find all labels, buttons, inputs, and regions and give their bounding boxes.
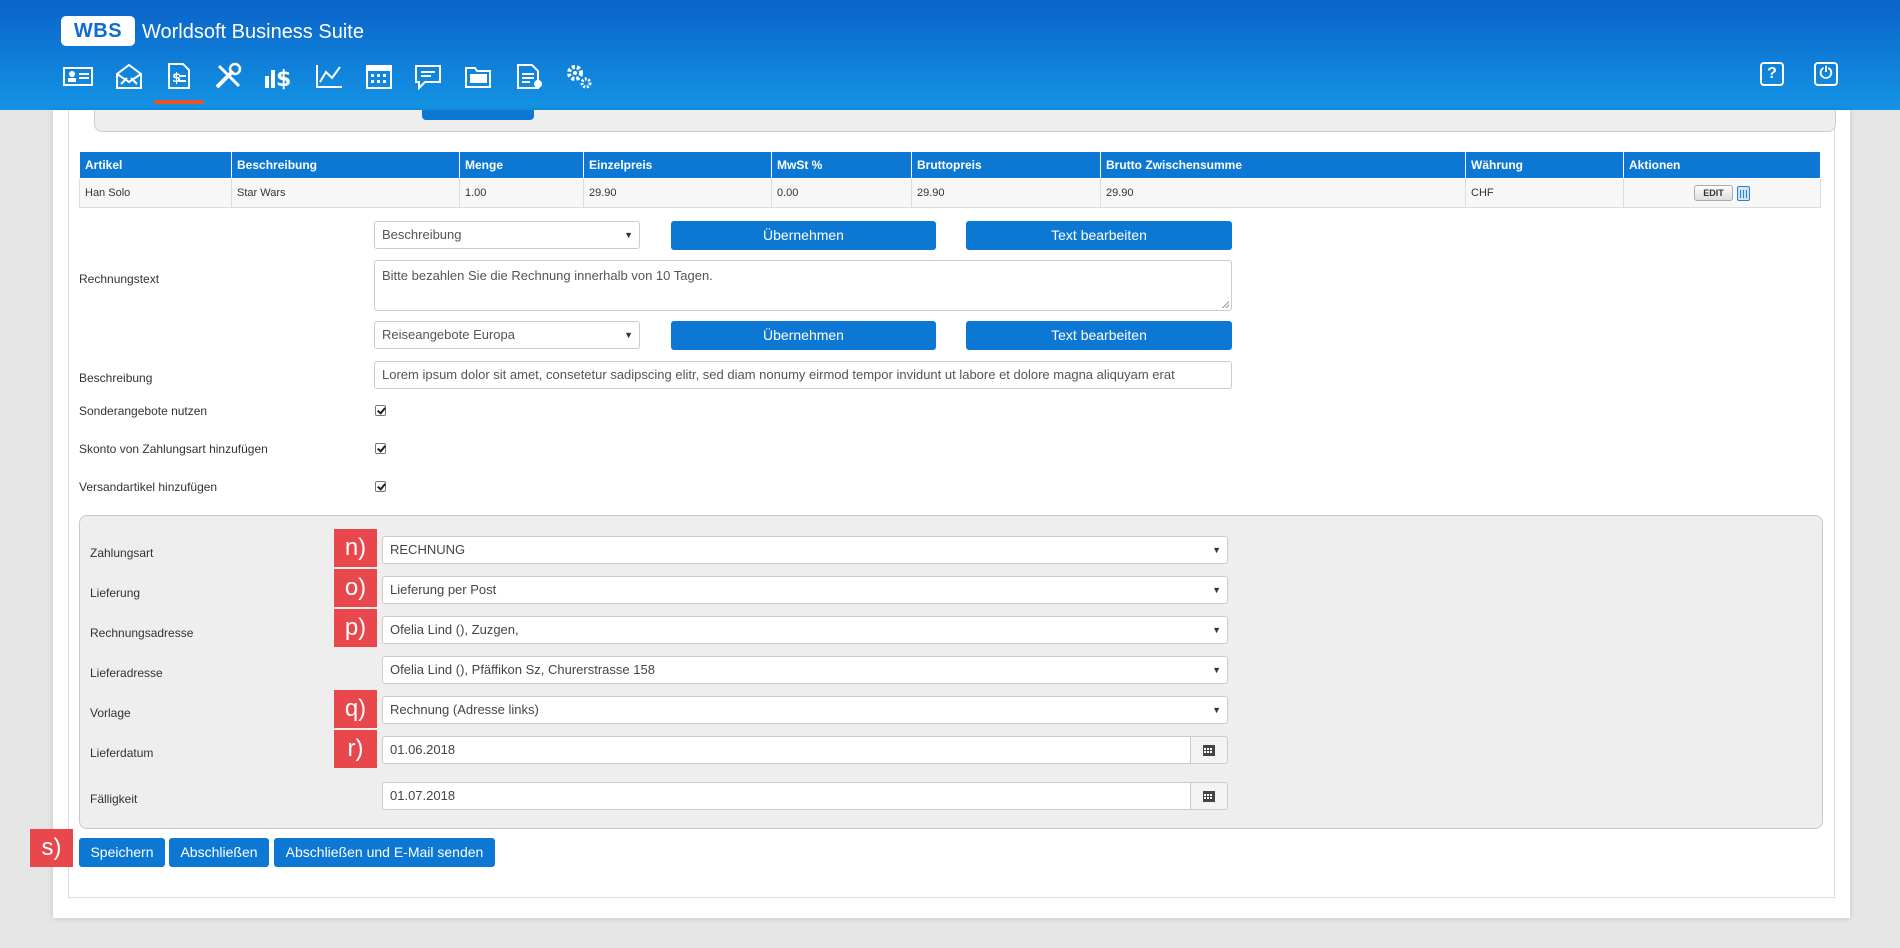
dropdown-arrow-icon: ▼ (1212, 625, 1221, 635)
cell-beschreibung: Star Wars (231, 178, 460, 208)
dropdown-arrow-icon: ▼ (1212, 665, 1221, 675)
sonderangebote-label: Sonderangebote nutzen (79, 404, 208, 418)
lieferdatum-label: Lieferdatum (90, 746, 154, 760)
lieferdatum-input[interactable]: 01.06.2018 (382, 736, 1191, 764)
edit-text-button-2[interactable]: Text bearbeiten (966, 321, 1232, 350)
faelligkeit-input[interactable]: 01.07.2018 (382, 782, 1191, 810)
annotation-marker-p: p) (334, 609, 377, 647)
select-value: Ofelia Lind (), Zuzgen, (390, 622, 519, 637)
faelligkeit-label: Fälligkeit (90, 792, 138, 806)
cell-zwischensumme: 29.90 (1100, 178, 1466, 208)
messages-icon[interactable] (411, 60, 445, 92)
lieferadresse-select[interactable]: Ofelia Lind (), Pfäffikon Sz, Churerstra… (382, 656, 1228, 684)
dropdown-arrow-icon: ▼ (624, 330, 633, 340)
top-strip (94, 110, 1836, 132)
edit-button[interactable]: EDIT (1694, 185, 1733, 201)
sonderangebote-checkbox[interactable] (375, 405, 386, 416)
cell-mwst: 0.00 (771, 178, 912, 208)
cell-bruttopreis: 29.90 (911, 178, 1101, 208)
skonto-checkbox[interactable] (375, 443, 386, 454)
invoice-icon[interactable]: $ (161, 60, 195, 92)
svg-text:$: $ (172, 71, 181, 86)
beschreibung-label: Beschreibung (79, 371, 153, 385)
rechnungstext-label: Rechnungstext (79, 272, 160, 286)
col-header[interactable]: Beschreibung (231, 151, 460, 179)
dropdown-arrow-icon: ▼ (1212, 705, 1221, 715)
annotation-marker-n: n) (334, 529, 377, 567)
tools-icon[interactable] (211, 60, 245, 92)
svg-text:$: $ (276, 67, 291, 90)
beschreibung-input[interactable]: Lorem ipsum dolor sit amet, consetetur s… (374, 361, 1232, 389)
col-header[interactable]: Artikel (79, 151, 232, 179)
cell-menge: 1.00 (459, 178, 584, 208)
col-header[interactable]: Bruttopreis (911, 151, 1101, 179)
select-value: Beschreibung (382, 227, 462, 242)
select-value: Reiseangebote Europa (382, 327, 515, 342)
chart-icon[interactable] (312, 60, 346, 92)
delete-icon[interactable] (1736, 185, 1750, 201)
versand-checkbox[interactable] (375, 481, 386, 492)
help-icon[interactable]: ? (1760, 62, 1784, 86)
text-template-select-2[interactable]: Reiseangebote Europa ▼ (374, 321, 640, 349)
rechnungsadresse-label: Rechnungsadresse (90, 626, 194, 640)
apply-button-2[interactable]: Übernehmen (671, 321, 936, 350)
items-table: Artikel Beschreibung Menge Einzelpreis M… (79, 151, 1821, 208)
active-tab-indicator (154, 100, 204, 104)
col-header[interactable]: Währung (1465, 151, 1624, 179)
col-header[interactable]: Einzelpreis (583, 151, 772, 179)
select-value: Lieferung per Post (390, 582, 497, 597)
skonto-label: Skonto von Zahlungsart hinzufügen (79, 442, 268, 456)
dropdown-arrow-icon: ▼ (1212, 545, 1221, 555)
top-strip-button[interactable] (422, 110, 534, 120)
select-value: RECHNUNG (390, 542, 466, 557)
power-icon[interactable]: ⏻ (1814, 62, 1838, 86)
dropdown-arrow-icon: ▼ (1212, 585, 1221, 595)
rechnungsadresse-select[interactable]: Ofelia Lind (), Zuzgen, ▼ (382, 616, 1228, 644)
dropdown-arrow-icon: ▼ (624, 230, 633, 240)
col-header[interactable]: Brutto Zwischensumme (1100, 151, 1466, 179)
finance-icon[interactable]: $ (261, 60, 295, 92)
vorlage-select[interactable]: Rechnung (Adresse links) ▼ (382, 696, 1228, 724)
contacts-icon[interactable] (61, 60, 95, 92)
lieferung-label: Lieferung (90, 586, 141, 600)
top-bar: WBS Worldsoft Business Suite $ $ ? ⏻ (0, 0, 1900, 110)
folder-icon[interactable] (462, 60, 496, 92)
wbs-logo[interactable]: WBS (61, 16, 135, 46)
zahlungsart-label: Zahlungsart (90, 546, 154, 560)
annotation-marker-q: q) (334, 690, 377, 728)
select-value: Rechnung (Adresse links) (390, 702, 539, 717)
select-value: Ofelia Lind (), Pfäffikon Sz, Churerstra… (390, 662, 655, 677)
lieferung-select[interactable]: Lieferung per Post ▼ (382, 576, 1228, 604)
col-header[interactable]: Menge (459, 151, 584, 179)
calendar-icon[interactable] (362, 60, 396, 92)
table-row: Han Solo Star Wars 1.00 29.90 0.00 29.90… (79, 178, 1821, 208)
documents-icon[interactable] (512, 60, 546, 92)
close-button[interactable]: Abschließen (169, 838, 269, 867)
lieferdatum-calendar-icon[interactable] (1190, 736, 1228, 764)
versand-label: Versandartikel hinzufügen (79, 480, 218, 494)
save-button[interactable]: Speichern (79, 838, 165, 867)
edit-text-button-1[interactable]: Text bearbeiten (966, 221, 1232, 250)
rechnungstext-textarea[interactable]: Bitte bezahlen Sie die Rechnung innerhal… (374, 260, 1232, 311)
vorlage-label: Vorlage (90, 706, 131, 720)
apply-button-1[interactable]: Übernehmen (671, 221, 936, 250)
faelligkeit-calendar-icon[interactable] (1190, 782, 1228, 810)
close-and-send-button[interactable]: Abschließen und E-Mail senden (274, 838, 495, 867)
cell-artikel: Han Solo (79, 178, 232, 208)
zahlungsart-select[interactable]: RECHNUNG ▼ (382, 536, 1228, 564)
cell-einzelpreis: 29.90 (583, 178, 772, 208)
cell-actions: EDIT (1623, 178, 1821, 208)
mail-icon[interactable] (112, 60, 146, 92)
annotation-marker-s: s) (30, 829, 73, 867)
col-header[interactable]: MwSt % (771, 151, 912, 179)
lieferadresse-label: Lieferadresse (90, 666, 163, 680)
app-title: Worldsoft Business Suite (142, 21, 364, 43)
settings-icon[interactable] (562, 60, 596, 92)
col-header: Aktionen (1623, 151, 1821, 179)
cell-waehrung: CHF (1465, 178, 1624, 208)
text-template-select-1[interactable]: Beschreibung ▼ (374, 221, 640, 249)
annotation-marker-r: r) (334, 730, 377, 768)
annotation-marker-o: o) (334, 569, 377, 607)
